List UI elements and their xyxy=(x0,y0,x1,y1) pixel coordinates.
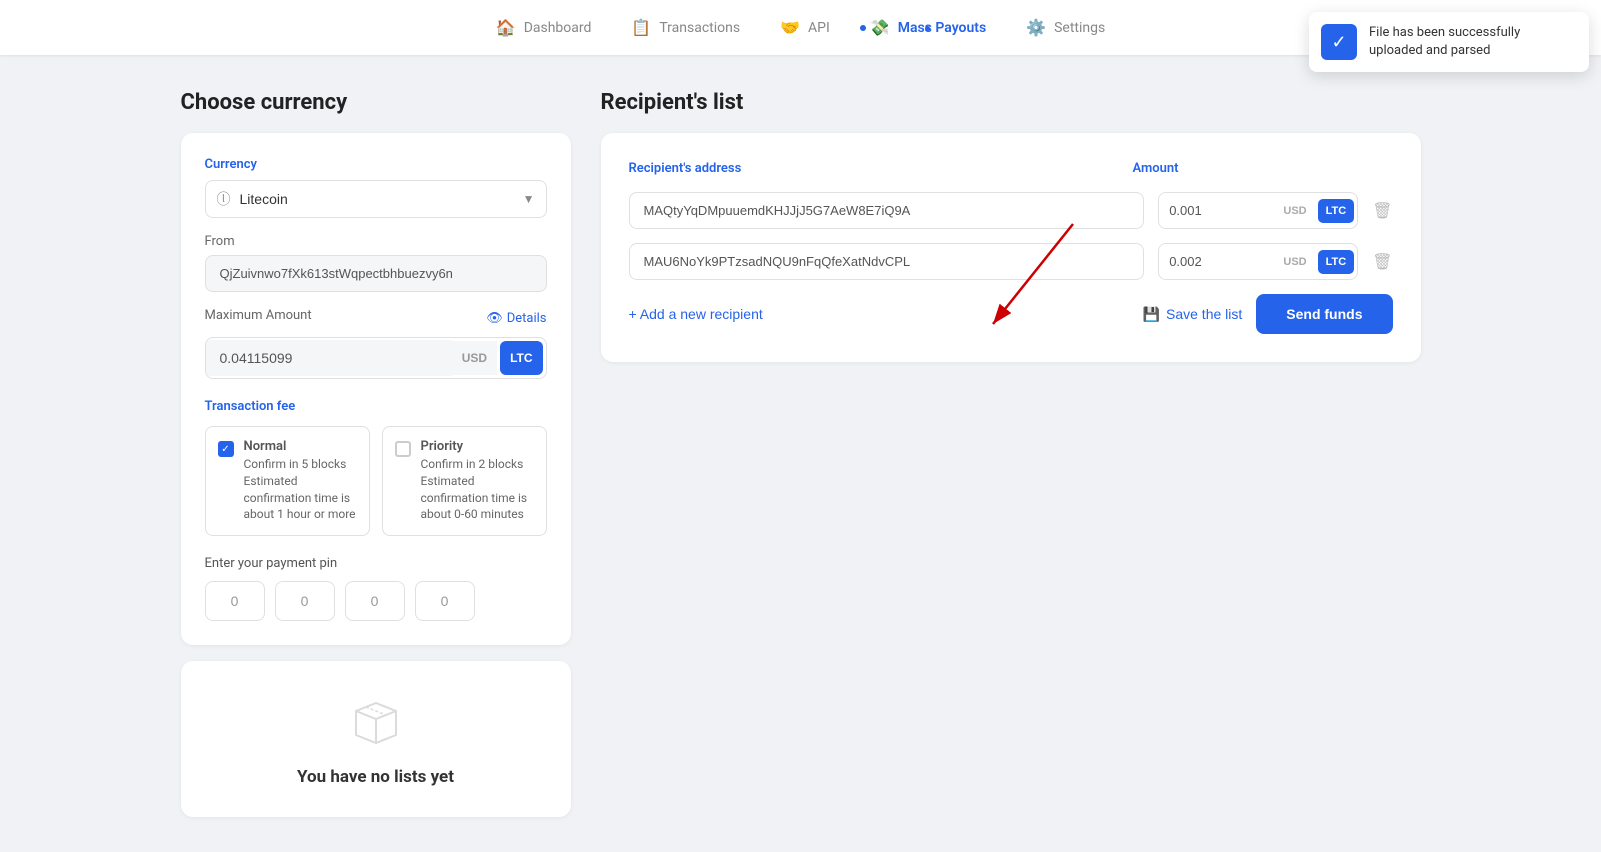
no-lists-text: You have no lists yet xyxy=(297,767,454,787)
max-amount-row: Maximum Amount 👁 Details xyxy=(205,308,547,329)
table-row: USD LTC 🗑 xyxy=(629,243,1393,280)
amount-input-2[interactable] xyxy=(1159,244,1275,279)
mass-payouts-icon: 💸 xyxy=(870,18,890,37)
usd-btn-2[interactable]: USD xyxy=(1275,248,1314,276)
nav-transactions[interactable]: 📋 Transactions xyxy=(631,18,740,37)
transactions-icon: 📋 xyxy=(631,18,651,37)
table-row: USD LTC 🗑 xyxy=(629,192,1393,229)
recipients-footer: + Add a new recipient 💾 Save the list Se… xyxy=(629,294,1393,334)
nav-api[interactable]: 🤝 API xyxy=(780,18,830,37)
currency-select[interactable]: Litecoin xyxy=(205,180,547,218)
footer-with-arrow: + Add a new recipient 💾 Save the list Se… xyxy=(629,294,1393,334)
priority-fee-option[interactable]: Priority Confirm in 2 blocks Estimated c… xyxy=(382,426,547,536)
max-amount-group: USD LTC xyxy=(205,337,547,379)
from-address-input xyxy=(205,255,547,292)
right-panel: Recipient's list Recipient's address Amo… xyxy=(601,90,1421,817)
toast-check-icon: ✓ xyxy=(1321,24,1357,60)
usd-btn-1[interactable]: USD xyxy=(1275,197,1314,225)
recipient-address-input-1[interactable] xyxy=(629,192,1145,229)
transaction-fee-label: Transaction fee xyxy=(205,399,547,414)
delete-row-2-icon[interactable]: 🗑 xyxy=(1372,252,1392,271)
empty-box-icon xyxy=(346,691,406,751)
nav-api-label: API xyxy=(808,20,830,36)
recipient-address-input-2[interactable] xyxy=(629,243,1145,280)
currency-card: Currency ⓛ Litecoin ▼ From Maximum Amoun… xyxy=(181,133,571,645)
usd-toggle-button[interactable]: USD xyxy=(452,341,497,375)
nav-mass-payouts[interactable]: 💸 Mass Payouts xyxy=(870,18,986,37)
save-list-label: Save the list xyxy=(1166,306,1242,322)
dashboard-icon: 🏠 xyxy=(496,18,516,37)
normal-fee-option[interactable]: ✓ Normal Confirm in 5 blocks Estimated c… xyxy=(205,426,370,536)
normal-fee-checkbox[interactable]: ✓ xyxy=(218,441,234,457)
nav-mass-payouts-label: Mass Payouts xyxy=(898,20,986,36)
priority-fee-name: Priority xyxy=(421,439,534,454)
address-col-header: Recipient's address xyxy=(629,161,1103,176)
recipients-list-title: Recipient's list xyxy=(601,90,1421,115)
toast-notification: ✓ File has been successfully uploaded an… xyxy=(1309,12,1589,72)
normal-fee-name: Normal xyxy=(244,439,357,454)
nav-settings-label: Settings xyxy=(1054,20,1105,36)
no-lists-card: You have no lists yet xyxy=(181,661,571,817)
save-icon: 💾 xyxy=(1143,306,1160,323)
nav-transactions-label: Transactions xyxy=(659,20,740,36)
save-list-button[interactable]: 💾 Save the list xyxy=(1143,306,1243,323)
normal-fee-desc: Confirm in 5 blocks Estimated confirmati… xyxy=(244,456,357,523)
priority-fee-desc: Confirm in 2 blocks Estimated confirmati… xyxy=(421,456,534,523)
max-amount-input xyxy=(206,340,452,376)
left-panel: Choose currency Currency ⓛ Litecoin ▼ Fr… xyxy=(181,90,571,817)
pin-input-3[interactable] xyxy=(345,581,405,621)
recipients-card: Recipient's address Amount USD LTC 🗑 USD xyxy=(601,133,1421,362)
pin-input-1[interactable] xyxy=(205,581,265,621)
from-label: From xyxy=(205,234,547,249)
send-funds-button[interactable]: Send funds xyxy=(1256,294,1392,334)
eye-icon: 👁 xyxy=(486,311,503,326)
recipients-header: Recipient's address Amount xyxy=(629,161,1393,176)
pin-label: Enter your payment pin xyxy=(205,556,547,571)
fee-options: ✓ Normal Confirm in 5 blocks Estimated c… xyxy=(205,426,547,536)
pin-inputs xyxy=(205,581,547,621)
amount-group-2: USD LTC xyxy=(1158,243,1358,280)
api-icon: 🤝 xyxy=(780,18,800,37)
add-recipient-button[interactable]: + Add a new recipient xyxy=(629,306,763,322)
pin-input-2[interactable] xyxy=(275,581,335,621)
max-amount-label: Maximum Amount xyxy=(205,308,312,323)
nav-dashboard[interactable]: 🏠 Dashboard xyxy=(496,18,592,37)
priority-fee-checkbox[interactable] xyxy=(395,441,411,457)
currency-select-wrapper[interactable]: ⓛ Litecoin ▼ xyxy=(205,180,547,218)
settings-icon: ⚙️ xyxy=(1026,18,1046,37)
nav-settings[interactable]: ⚙️ Settings xyxy=(1026,18,1105,37)
details-text: Details xyxy=(507,311,547,326)
main-content: Choose currency Currency ⓛ Litecoin ▼ Fr… xyxy=(101,55,1501,852)
ltc-btn-1[interactable]: LTC xyxy=(1318,199,1355,223)
ltc-btn-2[interactable]: LTC xyxy=(1318,250,1355,274)
amount-input-1[interactable] xyxy=(1159,193,1275,228)
pin-input-4[interactable] xyxy=(415,581,475,621)
amount-group-1: USD LTC xyxy=(1158,192,1358,229)
toast-message: File has been successfully uploaded and … xyxy=(1369,24,1569,60)
ltc-toggle-button[interactable]: LTC xyxy=(500,341,542,375)
footer-right: 💾 Save the list Send funds xyxy=(1143,294,1393,334)
amount-col-header: Amount xyxy=(1133,161,1393,176)
nav-dashboard-label: Dashboard xyxy=(524,20,592,36)
currency-label: Currency xyxy=(205,157,547,172)
choose-currency-title: Choose currency xyxy=(181,90,571,115)
checkmark-icon: ✓ xyxy=(221,444,229,455)
delete-row-1-icon[interactable]: 🗑 xyxy=(1372,201,1392,220)
litecoin-icon: ⓛ xyxy=(217,189,231,209)
details-link[interactable]: 👁 Details xyxy=(486,311,546,326)
